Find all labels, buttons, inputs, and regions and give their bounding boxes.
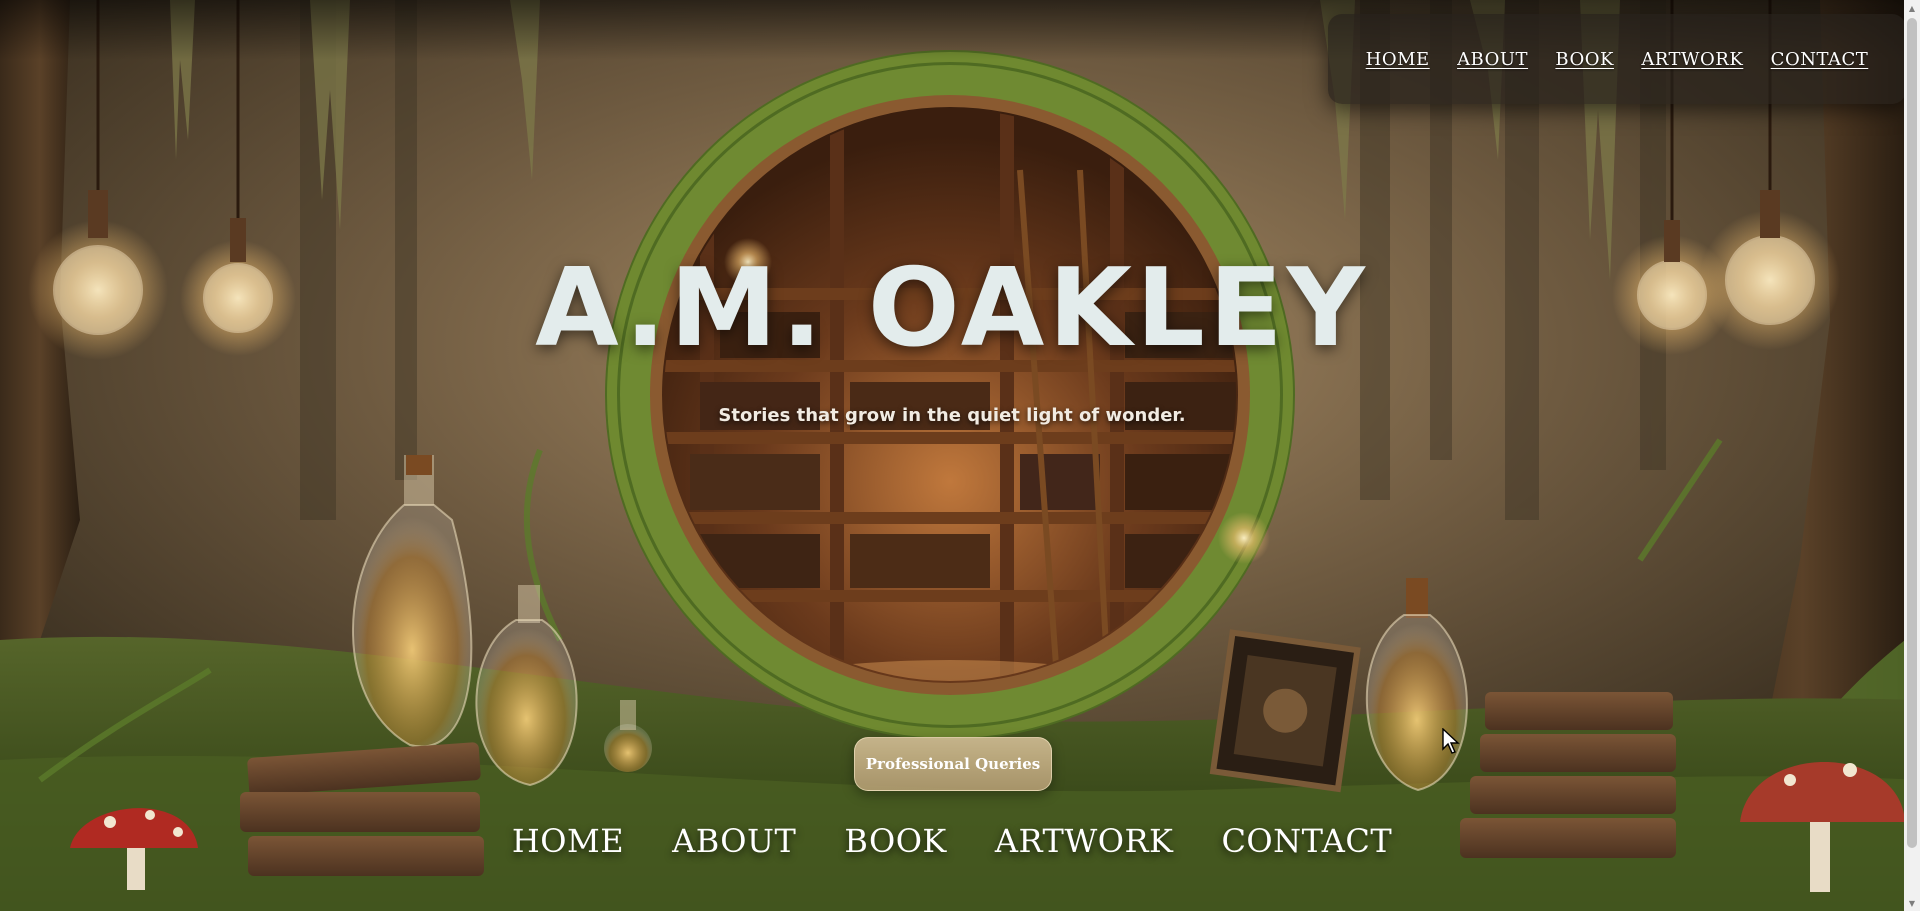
triangle-up-icon[interactable]: ▲ xyxy=(1904,0,1920,16)
page-title: A.M. OAKLEY xyxy=(535,246,1369,371)
bottom-nav-link-contact[interactable]: CONTACT xyxy=(1221,822,1392,860)
hero-tagline: Stories that grow in the quiet light of … xyxy=(718,405,1186,426)
top-navigation: HOME ABOUT BOOK ARTWORK CONTACT xyxy=(1328,14,1906,104)
professional-queries-button[interactable]: Professional Queries xyxy=(854,737,1052,791)
nav-link-artwork[interactable]: ARTWORK xyxy=(1641,49,1743,70)
nav-link-book[interactable]: BOOK xyxy=(1555,49,1614,70)
page: HOME ABOUT BOOK ARTWORK CONTACT A.M. OAK… xyxy=(0,0,1920,911)
triangle-down-icon[interactable]: ▼ xyxy=(1904,895,1920,911)
vertical-scrollbar[interactable]: ▲ ▼ xyxy=(1904,0,1920,911)
nav-link-contact[interactable]: CONTACT xyxy=(1771,49,1869,70)
mouse-pointer-icon xyxy=(1442,728,1460,754)
nav-link-about[interactable]: ABOUT xyxy=(1457,49,1528,70)
scrollbar-thumb[interactable] xyxy=(1907,18,1917,848)
bottom-nav-link-artwork[interactable]: ARTWORK xyxy=(995,822,1174,860)
bottom-nav-link-about[interactable]: ABOUT xyxy=(672,822,796,860)
bottom-navigation: HOME ABOUT BOOK ARTWORK CONTACT xyxy=(0,822,1904,860)
nav-link-home[interactable]: HOME xyxy=(1366,49,1430,70)
bottom-nav-link-home[interactable]: HOME xyxy=(512,822,624,860)
bottom-nav-link-book[interactable]: BOOK xyxy=(844,822,946,860)
